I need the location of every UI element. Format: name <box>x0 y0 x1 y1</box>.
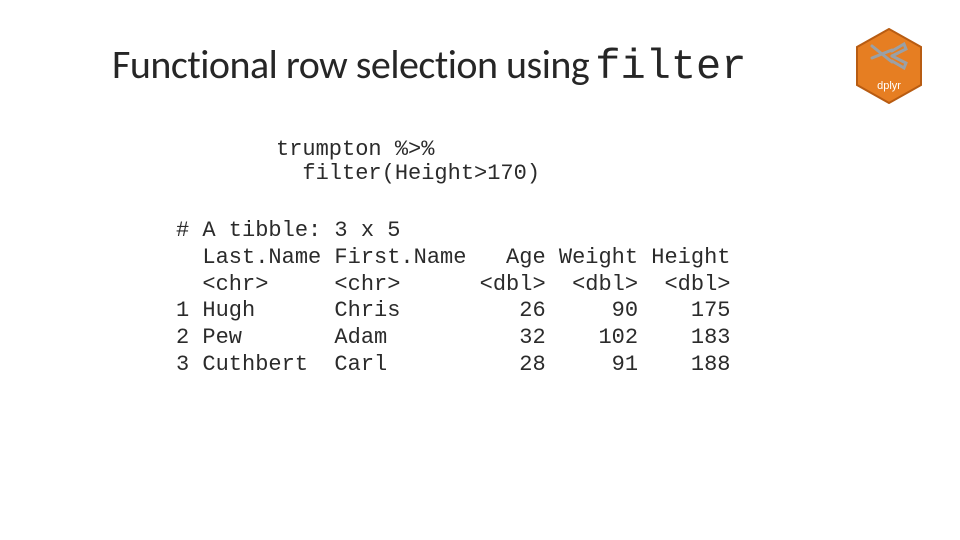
r-code-input: trumpton %>% filter(Height>170) <box>276 138 540 186</box>
tibble-row-3: 3 Cuthbert Carl 28 91 188 <box>176 352 731 377</box>
hex-label: dplyr <box>856 80 922 92</box>
tibble-column-types: <chr> <chr> <dbl> <dbl> <dbl> <box>176 272 731 297</box>
code-line-1: trumpton %>% <box>276 137 434 162</box>
title-plain: Functional row selection using <box>112 40 589 89</box>
tibble-row-2: 2 Pew Adam 32 102 183 <box>176 325 731 350</box>
title-code-keyword: filter <box>595 43 746 91</box>
dplyr-hex-logo: dplyr <box>856 28 922 104</box>
tibble-header: # A tibble: 3 x 5 <box>176 218 400 243</box>
tibble-column-names: Last.Name First.Name Age Weight Height <box>176 245 731 270</box>
r-output-tibble: # A tibble: 3 x 5 Last.Name First.Name A… <box>176 218 731 379</box>
hex-icon <box>856 28 922 104</box>
code-line-2: filter(Height>170) <box>276 161 540 186</box>
tibble-row-1: 1 Hugh Chris 26 90 175 <box>176 298 731 323</box>
slide-title: Functional row selection using filter <box>112 40 860 91</box>
